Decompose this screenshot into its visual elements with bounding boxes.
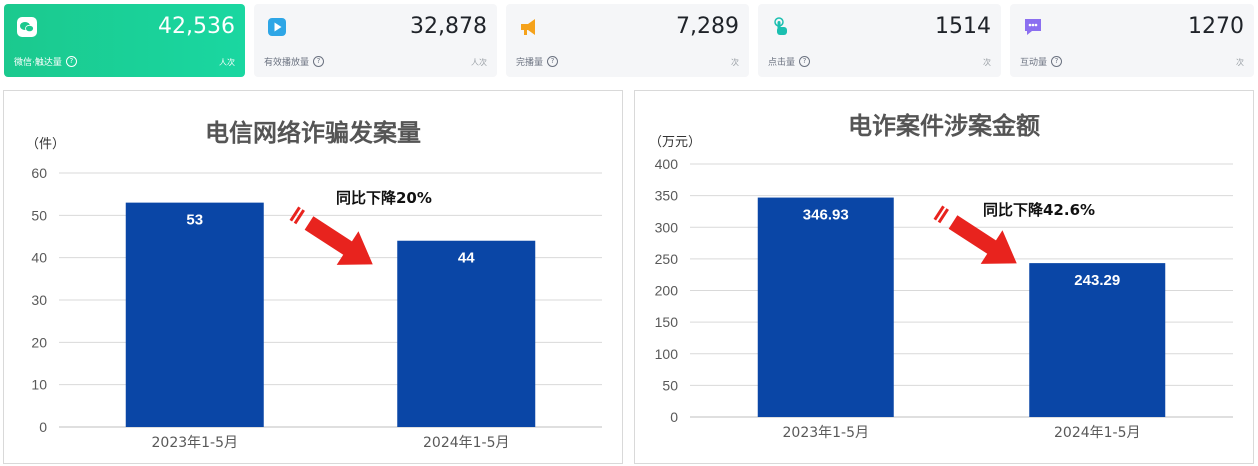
y-tick-label: 250 <box>655 251 679 267</box>
y-tick-label: 30 <box>31 292 47 308</box>
stat-card-interactions[interactable]: 1270 互动量? 次 <box>1010 4 1254 77</box>
bar-value-label: 346.93 <box>803 207 849 224</box>
trend-annotation: 同比下降42.6% <box>983 201 1095 219</box>
y-tick-label: 300 <box>655 219 679 235</box>
x-tick-label: 2024年1-5月 <box>1054 425 1141 441</box>
stats-bar: 42,536 微信·触达量? 人次 32,878 有效播放量? 人次 7,289… <box>0 0 1258 82</box>
stat-card-clicks[interactable]: 1514 点击量? 次 <box>758 4 1001 77</box>
y-tick-label: 350 <box>655 188 679 204</box>
y-tick-label: 100 <box>655 346 679 362</box>
y-tick-label: 40 <box>31 250 47 266</box>
stat-value: 42,536 <box>158 14 235 39</box>
chart-title: 电诈案件涉案金额 <box>848 112 1040 140</box>
y-axis-label: （万元） <box>649 135 701 150</box>
chat-icon <box>1022 16 1044 38</box>
y-tick-label: 400 <box>655 156 679 172</box>
bar <box>125 202 264 427</box>
y-tick-label: 60 <box>31 165 47 181</box>
help-icon[interactable]: ? <box>547 56 559 67</box>
bar-value-label: 44 <box>458 250 475 267</box>
stat-unit: 次 <box>1236 58 1244 67</box>
trend-annotation: 同比下降20% <box>336 189 432 207</box>
stat-label: 微信·触达量? <box>14 55 77 68</box>
y-tick-label: 50 <box>31 207 47 223</box>
bar <box>397 240 536 427</box>
y-tick-label: 20 <box>31 334 47 350</box>
trend-arrow-shape <box>304 216 373 265</box>
stat-card-completions[interactable]: 7,289 完播量? 次 <box>506 4 749 77</box>
bar-value-label: 53 <box>186 212 203 229</box>
stat-label: 有效播放量? <box>264 55 325 68</box>
y-tick-label: 0 <box>39 419 47 435</box>
stat-card-reach[interactable]: 42,536 微信·触达量? 人次 <box>4 4 245 77</box>
x-tick-label: 2023年1-5月 <box>152 435 239 451</box>
help-icon[interactable]: ? <box>65 56 77 67</box>
x-tick-label: 2024年1-5月 <box>423 435 510 451</box>
stat-card-plays[interactable]: 32,878 有效播放量? 人次 <box>254 4 497 77</box>
stat-label: 完播量? <box>516 55 559 68</box>
x-tick-label: 2023年1-5月 <box>783 425 870 441</box>
tap-icon <box>770 16 792 38</box>
chart-title: 电信网络诈骗发案量 <box>205 119 421 147</box>
stat-label: 点击量? <box>768 55 811 68</box>
help-icon[interactable]: ? <box>799 56 811 67</box>
y-tick-label: 0 <box>670 409 678 425</box>
stat-label: 互动量? <box>1020 55 1063 68</box>
stat-value: 1270 <box>1188 14 1244 39</box>
megaphone-icon <box>518 16 540 38</box>
stat-unit: 次 <box>731 58 739 67</box>
wechat-icon <box>16 16 38 38</box>
stat-value: 1514 <box>935 14 991 39</box>
stat-unit: 人次 <box>219 58 235 67</box>
bar-value-label: 243.29 <box>1074 272 1120 289</box>
y-axis-label: （件） <box>26 137 65 152</box>
stat-unit: 次 <box>983 58 991 67</box>
case-amount-chart: 电诈案件涉案金额 （万元） 0 50 100 150 200 250 300 350 400 346.… <box>649 112 1233 441</box>
help-icon[interactable]: ? <box>1051 56 1063 67</box>
case-count-chart: 电信网络诈骗发案量 （件） 0 10 20 30 40 50 60 53 2023年1-5月 44 20… <box>26 119 602 451</box>
help-icon[interactable]: ? <box>313 56 325 67</box>
bar <box>757 197 894 417</box>
stat-value: 7,289 <box>676 14 739 39</box>
stat-value: 32,878 <box>410 14 487 39</box>
y-tick-label: 150 <box>655 314 679 330</box>
chart-panel-case-amount: 电诈案件涉案金额 （万元） 0 50 100 150 200 250 300 350 400 346.… <box>634 90 1254 464</box>
play-icon <box>266 16 288 38</box>
y-tick-label: 200 <box>655 283 679 299</box>
trend-arrow-icon <box>289 206 373 265</box>
stat-unit: 人次 <box>471 58 487 67</box>
y-tick-label: 10 <box>31 377 47 393</box>
y-tick-label: 50 <box>662 377 678 393</box>
chart-panel-case-count: 电信网络诈骗发案量 （件） 0 10 20 30 40 50 60 53 2023年1-5月 44 20… <box>3 90 623 464</box>
